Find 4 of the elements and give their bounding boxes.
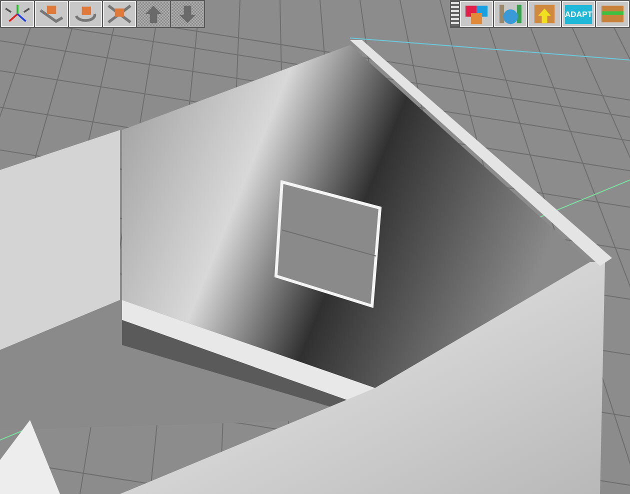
- axes-icon: [3, 3, 32, 25]
- scale-cube-icon: [105, 3, 134, 25]
- cube-arrow-icon: [37, 3, 66, 25]
- toolbar-grip[interactable]: [451, 2, 459, 26]
